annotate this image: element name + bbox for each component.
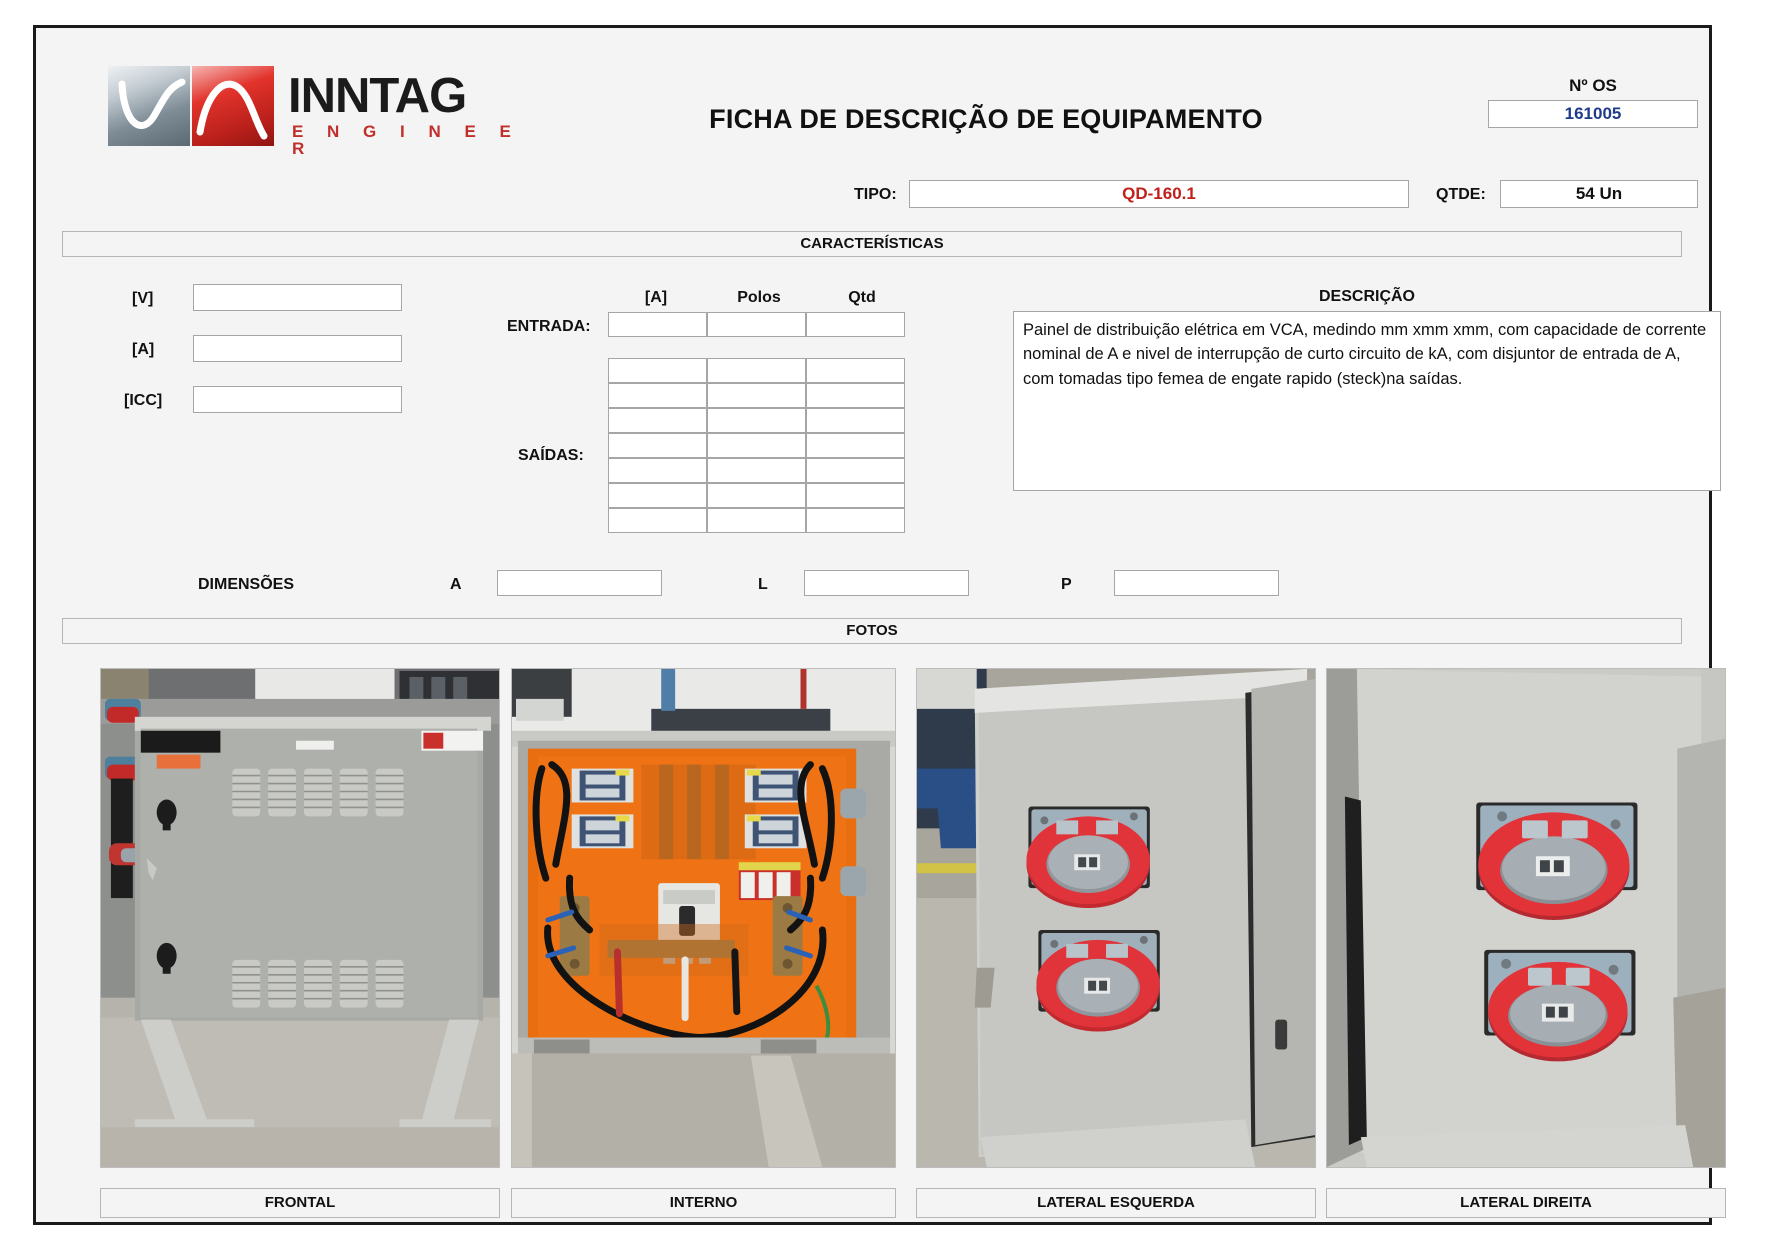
saida-qty-cell[interactable] xyxy=(806,483,905,508)
saida-qty-cell[interactable] xyxy=(806,358,905,383)
equipment-datasheet-page: INNTAG E N G I N E E R FICHA DE DESCRIÇÃ… xyxy=(33,25,1726,1225)
photo-caption-lateral-direita: LATERAL DIREITA xyxy=(1326,1188,1726,1218)
voltage-label: [V] xyxy=(132,290,154,307)
page-title: FICHA DE DESCRIÇÃO DE EQUIPAMENTO xyxy=(709,104,1263,134)
entrada-label: ENTRADA: xyxy=(507,318,591,335)
saida-qty-cell[interactable] xyxy=(806,408,905,433)
logo-tagline: E N G I N E E R xyxy=(292,122,521,158)
dimensao-profundidade-label: P xyxy=(1061,576,1072,593)
logo-wordmark: INNTAG xyxy=(288,69,467,123)
saida-poles-cell[interactable] xyxy=(707,358,806,383)
saida-poles-cell[interactable] xyxy=(707,458,806,483)
saida-qty-cell[interactable] xyxy=(806,383,905,408)
saida-poles-cell[interactable] xyxy=(707,508,806,533)
descricao-textarea[interactable]: Painel de distribuição elétrica em VCA, … xyxy=(1013,311,1721,491)
os-number-field[interactable]: 161005 xyxy=(1488,100,1698,128)
tipo-label: TIPO: xyxy=(854,186,897,203)
section-header-fotos: FOTOS xyxy=(62,618,1682,644)
entrada-amps-cell[interactable] xyxy=(608,312,707,337)
dimensoes-label: DIMENSÕES xyxy=(198,576,295,593)
voltage-input[interactable] xyxy=(193,284,402,311)
entrada-qty-cell[interactable] xyxy=(806,312,905,337)
saida-amps-cell[interactable] xyxy=(608,458,707,483)
column-header-poles: Polos xyxy=(737,289,781,306)
descricao-title: DESCRIÇÃO xyxy=(1318,288,1415,305)
saida-amps-cell[interactable] xyxy=(608,358,707,383)
saida-poles-cell[interactable] xyxy=(707,433,806,458)
dimensao-profundidade-input[interactable] xyxy=(1114,570,1279,596)
saida-qty-cell[interactable] xyxy=(806,458,905,483)
current-label: [A] xyxy=(132,341,155,358)
qtde-label: QTDE: xyxy=(1436,186,1486,203)
page-header: INNTAG E N G I N E E R FICHA DE DESCRIÇÃ… xyxy=(36,28,1709,208)
dimensao-altura-input[interactable] xyxy=(497,570,662,596)
logo-square-red-icon xyxy=(192,66,274,146)
icc-label: [ICC] xyxy=(124,392,163,409)
section-header-caracteristicas: CARACTERÍSTICAS xyxy=(62,231,1682,257)
dimensao-largura-label: L xyxy=(758,576,768,593)
saida-amps-cell[interactable] xyxy=(608,483,707,508)
saidas-label: SAÍDAS: xyxy=(518,447,584,464)
photo-interno[interactable] xyxy=(511,668,896,1168)
photo-lateral-direita[interactable] xyxy=(1326,668,1726,1168)
saida-qty-cell[interactable] xyxy=(806,433,905,458)
saida-poles-cell[interactable] xyxy=(707,383,806,408)
photo-caption-frontal: FRONTAL xyxy=(100,1188,500,1218)
tipo-field[interactable]: QD-160.1 xyxy=(909,180,1409,208)
saida-amps-cell[interactable] xyxy=(608,433,707,458)
photo-lateral-esquerda[interactable] xyxy=(916,668,1316,1168)
saida-amps-cell[interactable] xyxy=(608,508,707,533)
current-input[interactable] xyxy=(193,335,402,362)
column-header-qty: Qtd xyxy=(848,289,876,306)
qtde-field[interactable]: 54 Un xyxy=(1500,180,1698,208)
inntag-logo: INNTAG E N G I N E E R xyxy=(108,66,538,157)
os-number-label: Nº OS xyxy=(1569,76,1617,95)
saida-qty-cell[interactable] xyxy=(806,508,905,533)
saida-amps-cell[interactable] xyxy=(608,408,707,433)
photo-caption-lateral-esquerda: LATERAL ESQUERDA xyxy=(916,1188,1316,1218)
saida-amps-cell[interactable] xyxy=(608,383,707,408)
photo-caption-interno: INTERNO xyxy=(511,1188,896,1218)
dimensao-largura-input[interactable] xyxy=(804,570,969,596)
logo-square-gray-icon xyxy=(108,66,190,146)
saida-poles-cell[interactable] xyxy=(707,483,806,508)
dimensao-altura-label: A xyxy=(450,576,462,593)
icc-input[interactable] xyxy=(193,386,402,413)
entrada-poles-cell[interactable] xyxy=(707,312,806,337)
column-header-amps: [A] xyxy=(644,289,668,306)
saida-poles-cell[interactable] xyxy=(707,408,806,433)
photo-frontal[interactable] xyxy=(100,668,500,1168)
